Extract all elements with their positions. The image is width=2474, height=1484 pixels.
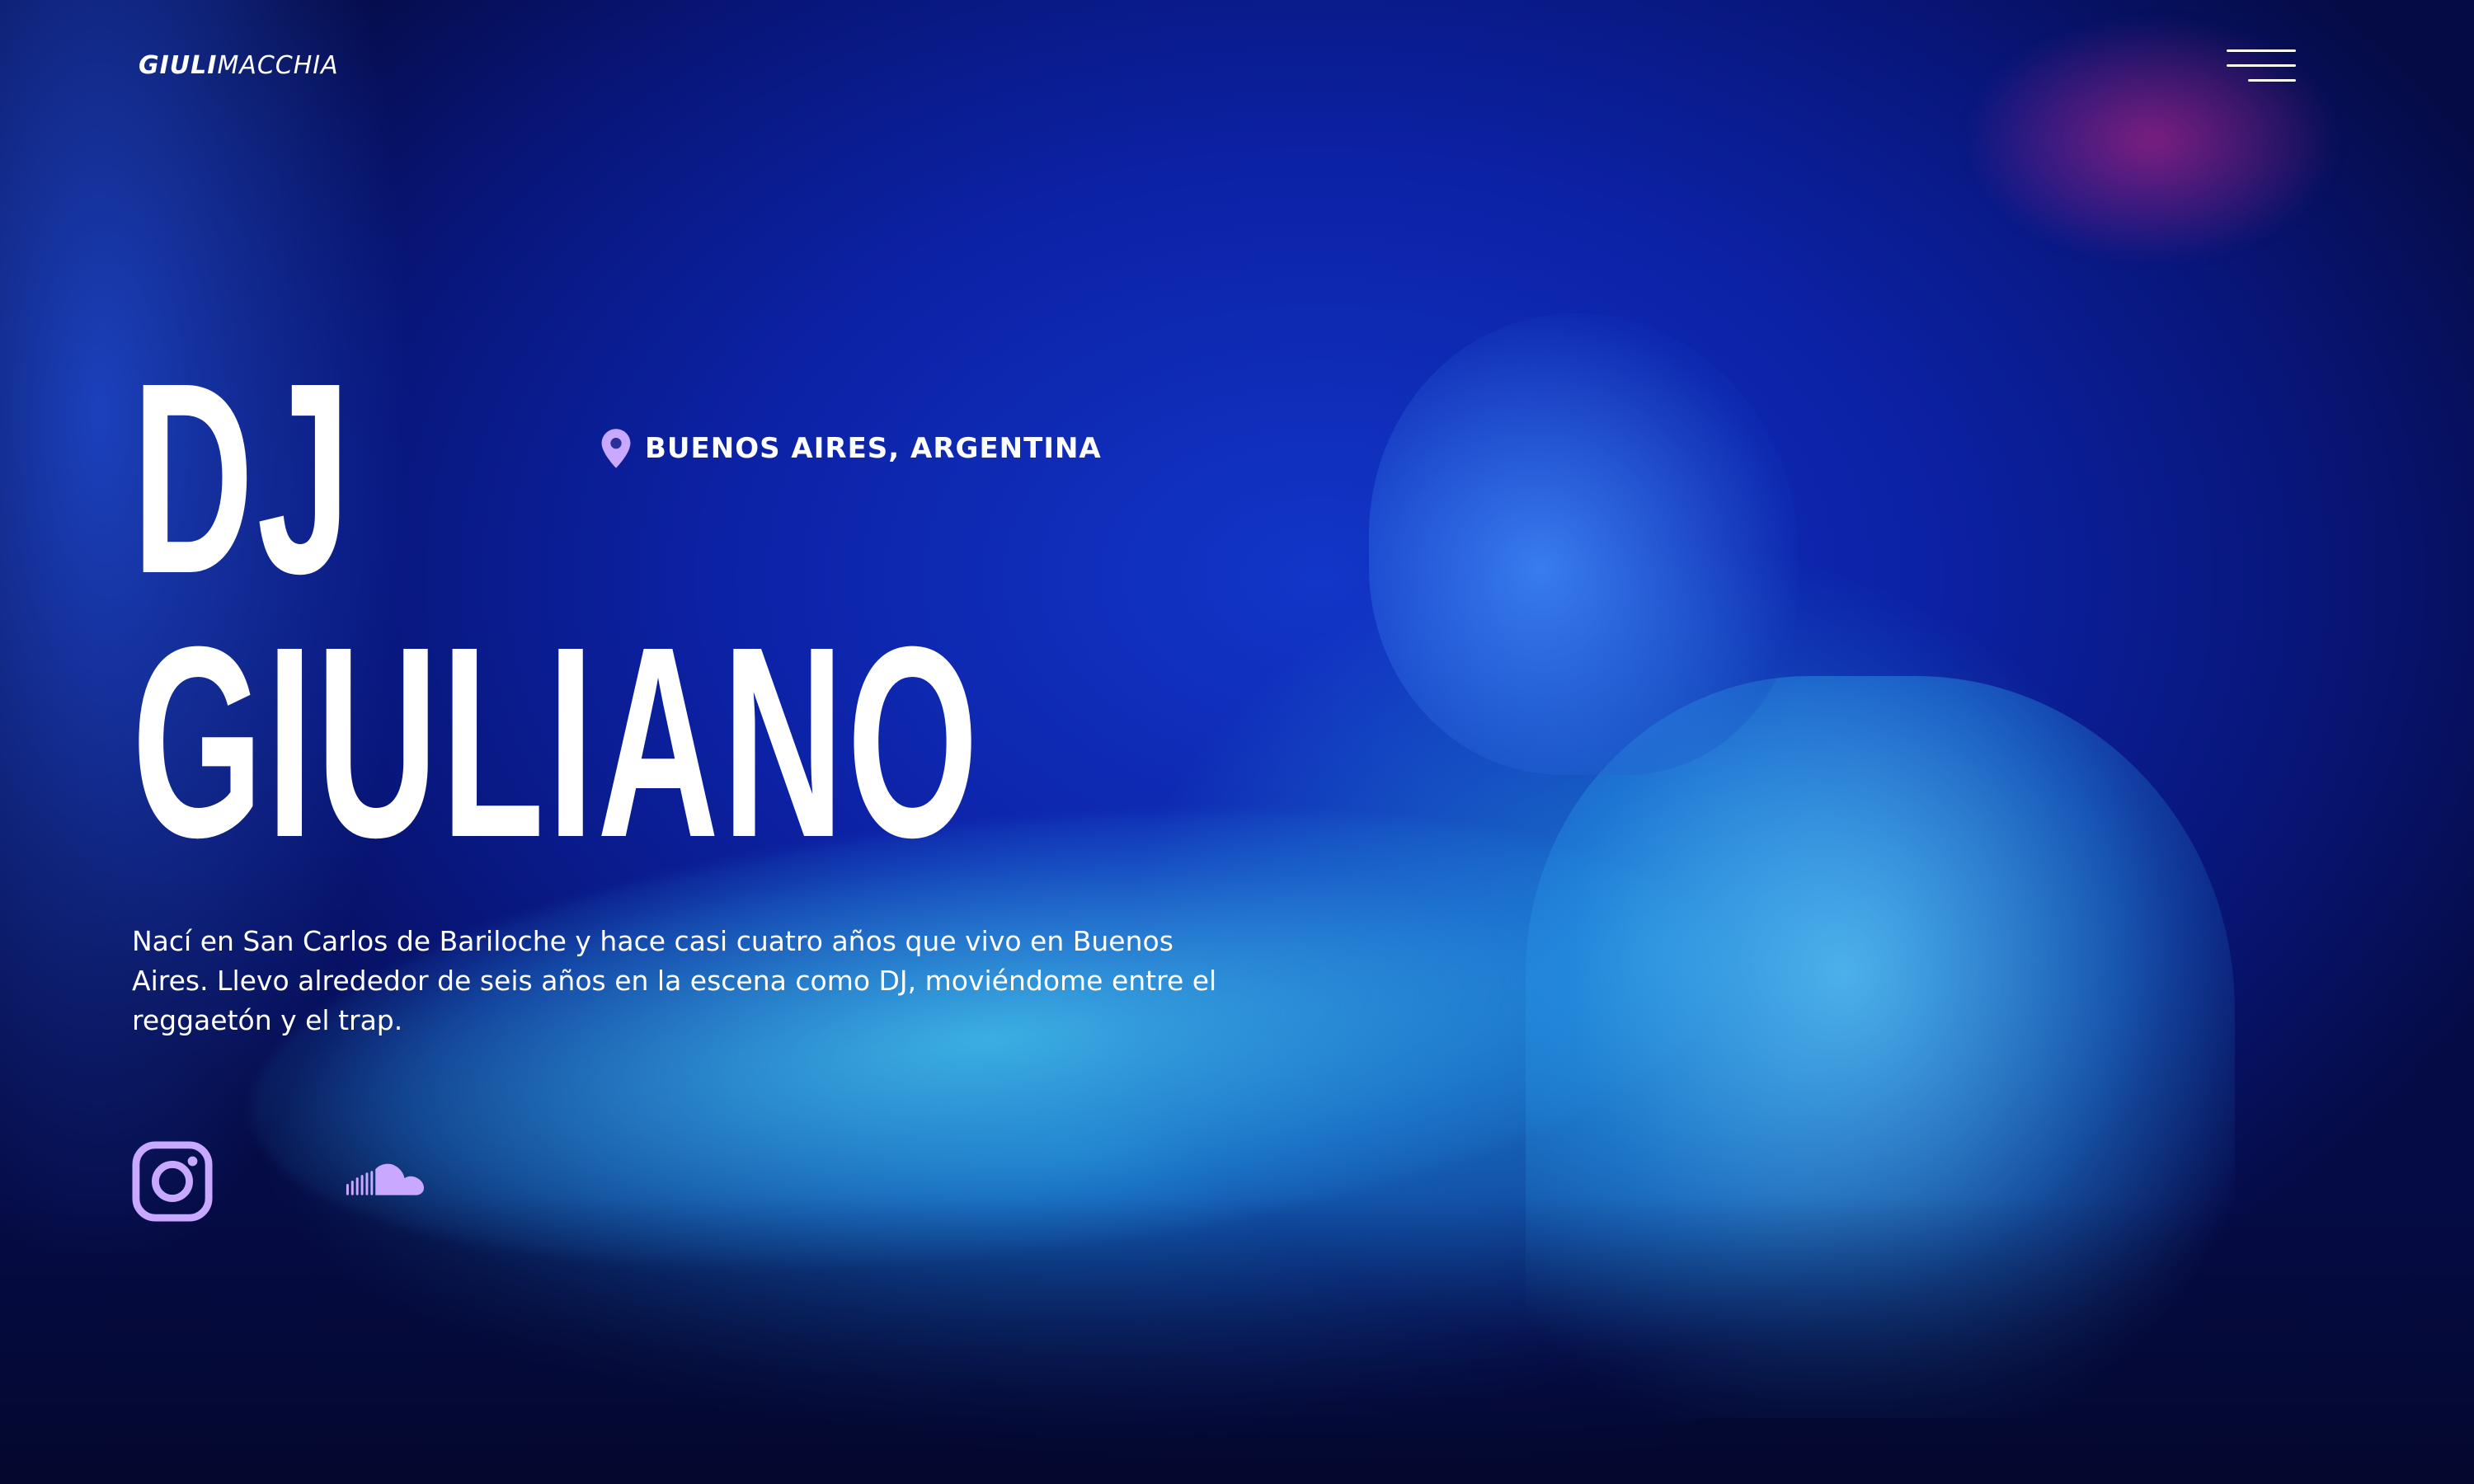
soundcloud-link[interactable] bbox=[345, 1161, 426, 1202]
dj-head bbox=[1369, 313, 1798, 775]
title-line-2: GIULIANO bbox=[132, 589, 981, 894]
hamburger-menu-icon[interactable] bbox=[2227, 48, 2296, 84]
intro-text: Nací en San Carlos de Bariloche y hace c… bbox=[132, 925, 1217, 1036]
logo-light-text: MACCHIA bbox=[217, 51, 339, 80]
instagram-link[interactable] bbox=[132, 1141, 213, 1222]
floor-shadow bbox=[0, 1195, 2474, 1484]
title-line-1: DJ bbox=[132, 326, 354, 630]
instagram-icon bbox=[132, 1141, 213, 1222]
site-logo[interactable]: GIULIMACCHIA bbox=[139, 51, 339, 80]
logo-strong-text: GIULI bbox=[139, 51, 218, 80]
social-links bbox=[132, 1141, 426, 1222]
page-title: DJ GIULIANO bbox=[132, 326, 981, 894]
soundcloud-icon bbox=[346, 1163, 425, 1195]
